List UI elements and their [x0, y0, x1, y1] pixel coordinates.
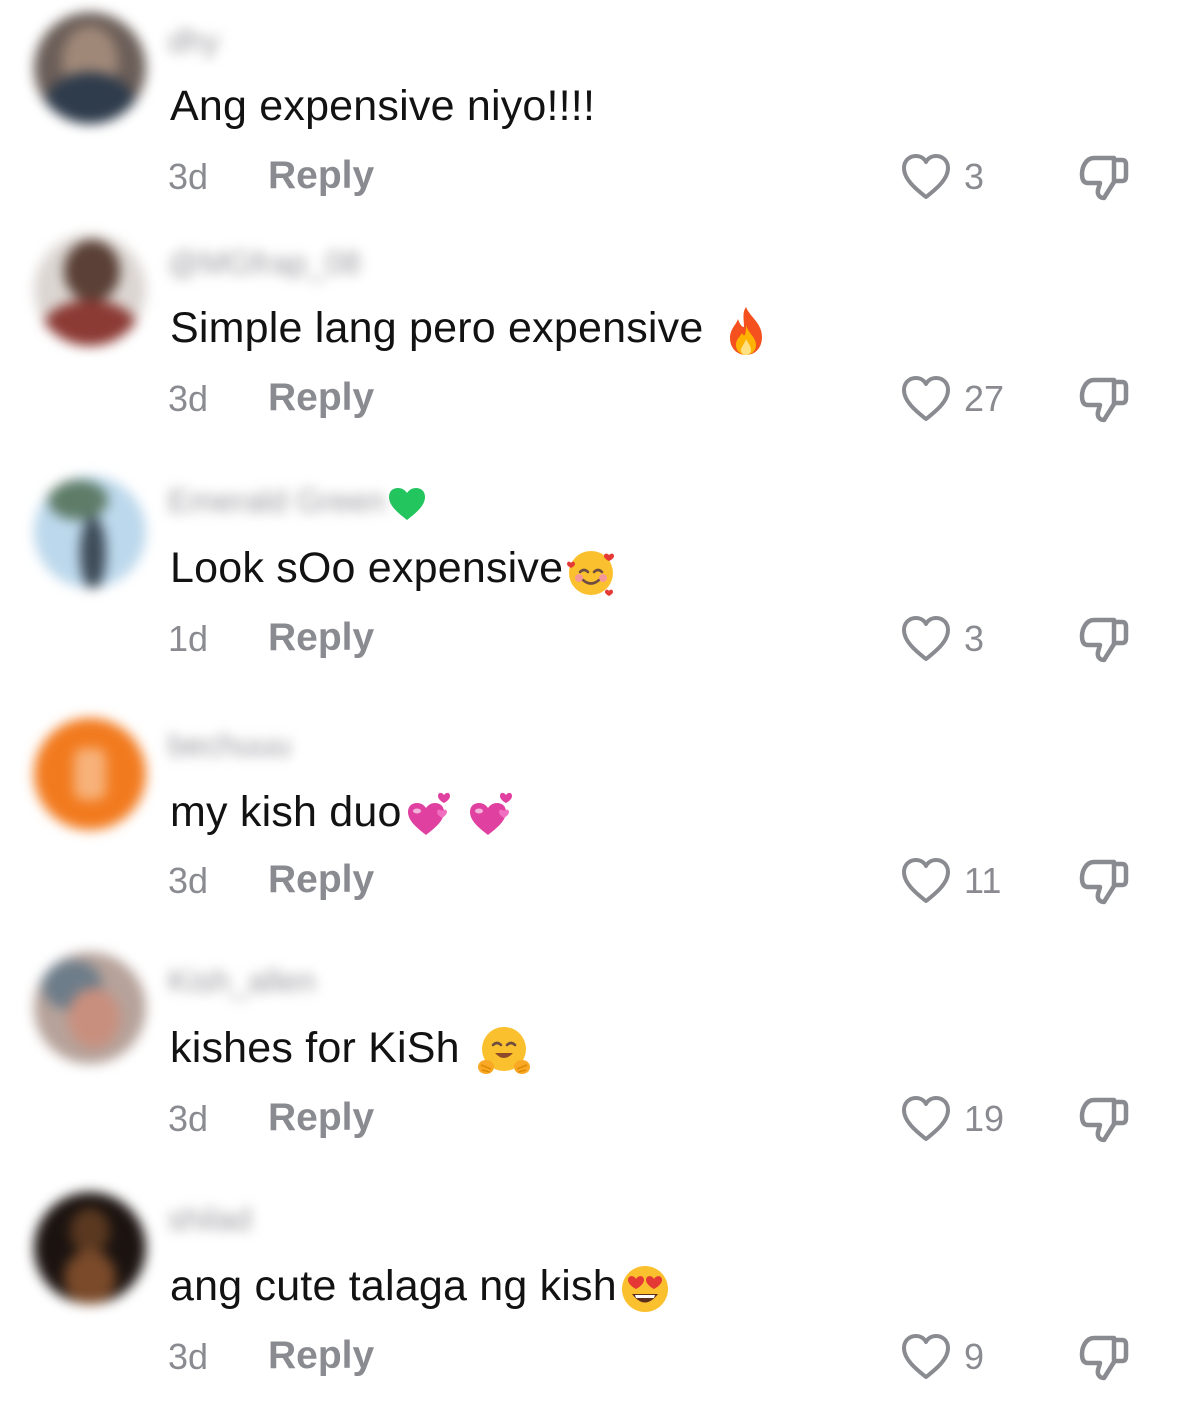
like-count: 11 [964, 860, 1002, 901]
avatar[interactable] [34, 1192, 146, 1304]
comment-meta: 3d Reply 19 [168, 1094, 1148, 1144]
username[interactable]: shilad [168, 1202, 252, 1236]
comment-meta: 3d Reply 11 [168, 856, 1148, 906]
username[interactable]: Emerald Green [168, 484, 427, 520]
heart-outline-icon [902, 1096, 950, 1141]
dislike-button[interactable] [1076, 1092, 1132, 1146]
thumbs-down-icon [1079, 155, 1129, 201]
like-count: 9 [964, 1336, 985, 1377]
thumbs-down-icon [1079, 859, 1129, 905]
reply-button[interactable]: Reply [268, 1334, 374, 1378]
timestamp: 3d [168, 156, 209, 197]
comment-item: Kish_allen kishes for KiSh 3d Reply 19 [0, 942, 1179, 1162]
comment-meta: 3d Reply 9 [168, 1332, 1148, 1382]
like-count: 19 [964, 1098, 1005, 1139]
heart-outline-icon [902, 858, 950, 903]
username[interactable]: dhy [168, 24, 220, 58]
avatar[interactable] [34, 12, 146, 124]
comment-text: kishes for KiSh [170, 1022, 532, 1079]
heart-outline-icon [902, 154, 950, 199]
comment-text: ang cute talaga ng kish [170, 1260, 671, 1315]
like-button[interactable]: 3 [900, 614, 984, 664]
heart-eyes-emoji [619, 1263, 671, 1315]
like-count: 27 [964, 378, 1005, 419]
comment-item: shilad ang cute talaga ng kish 3d Reply … [0, 1180, 1179, 1400]
username[interactable]: @MGfrap_08 [168, 246, 361, 280]
fire-emoji [720, 305, 772, 357]
thumbs-down-icon [1079, 377, 1129, 423]
reply-button[interactable]: Reply [268, 376, 374, 420]
avatar[interactable] [34, 476, 146, 588]
green-heart-icon [388, 487, 425, 520]
thumbs-down-icon [1079, 1335, 1129, 1381]
comment-body: kishes for KiSh [170, 1024, 472, 1072]
like-button[interactable]: 3 [900, 152, 984, 202]
comment-text: my kish duo [170, 786, 518, 841]
avatar[interactable] [34, 234, 146, 346]
thumbs-down-icon [1079, 617, 1129, 663]
timestamp: 3d [168, 1336, 209, 1377]
heart-outline-icon [902, 376, 950, 421]
heart-outline-icon [902, 1334, 950, 1379]
like-count: 3 [964, 156, 985, 197]
comment-item: dhy Ang expensive niyo!!!! 3d Reply 3 [0, 0, 1179, 220]
thumbs-down-icon [1079, 1097, 1129, 1143]
timestamp: 3d [168, 860, 209, 901]
two-hearts-emoji [466, 789, 518, 841]
like-button[interactable]: 19 [900, 1094, 1004, 1144]
comment-meta: 1d Reply 3 [168, 614, 1148, 664]
hugging-face-emoji [476, 1023, 532, 1079]
dislike-button[interactable] [1076, 854, 1132, 908]
reply-button[interactable]: Reply [268, 858, 374, 902]
comment-body: ang cute talaga ng kish [170, 1262, 617, 1310]
timestamp: 3d [168, 378, 209, 419]
smiling-face-with-hearts-emoji [565, 545, 617, 597]
dislike-button[interactable] [1076, 372, 1132, 426]
comment-item: bechuuu my kish duo 3d Reply 11 [0, 704, 1179, 924]
dislike-button[interactable] [1076, 150, 1132, 204]
reply-button[interactable]: Reply [268, 616, 374, 660]
comment-meta: 3d Reply 3 [168, 152, 1148, 202]
like-button[interactable]: 9 [900, 1332, 984, 1382]
comment-body: Simple lang pero expensive [170, 304, 716, 352]
comment-body: Ang expensive niyo!!!! [170, 82, 596, 130]
comment-text: Simple lang pero expensive [170, 302, 772, 357]
username[interactable]: Kish_allen [168, 964, 316, 998]
heart-outline-icon [902, 616, 950, 661]
avatar[interactable] [34, 718, 146, 830]
comment-item: @MGfrap_08 Simple lang pero expensive 3d… [0, 222, 1179, 442]
avatar[interactable] [34, 952, 146, 1064]
comment-text: Ang expensive niyo!!!! [170, 80, 595, 132]
comment-body: my kish duo [170, 788, 402, 836]
two-hearts-emoji [404, 789, 456, 841]
username[interactable]: bechuuu [168, 728, 291, 762]
comment-meta: 3d Reply 27 [168, 374, 1148, 424]
reply-button[interactable]: Reply [268, 154, 374, 198]
comment-text: Look sOo expensive [170, 542, 617, 597]
like-button[interactable]: 27 [900, 374, 1004, 424]
timestamp: 1d [168, 618, 209, 659]
comment-body: Look sOo expensive [170, 544, 564, 592]
dislike-button[interactable] [1076, 1330, 1132, 1384]
comment-list: dhy Ang expensive niyo!!!! 3d Reply 3 @M… [0, 0, 1179, 1426]
dislike-button[interactable] [1076, 612, 1132, 666]
like-count: 3 [964, 618, 985, 659]
reply-button[interactable]: Reply [268, 1096, 374, 1140]
like-button[interactable]: 11 [900, 856, 1001, 906]
timestamp: 3d [168, 1098, 209, 1139]
comment-item: Emerald Green Look sOo expensive 1d Repl… [0, 462, 1179, 682]
